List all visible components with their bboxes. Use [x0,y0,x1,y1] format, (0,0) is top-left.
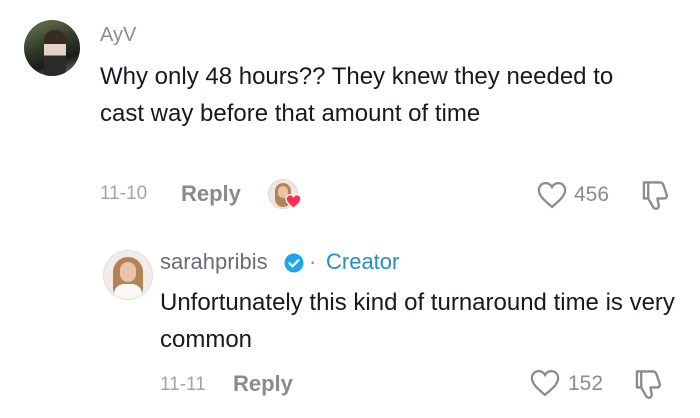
avatar-figure [44,30,66,76]
heart-outline-icon[interactable] [530,369,560,397]
avatar-shirt [114,284,142,299]
verified-check-icon [284,253,304,273]
comment-text: Why only 48 hours?? They knew they neede… [100,63,614,127]
comment-date: 11-10 [100,183,148,204]
creator-badge: Creator [326,249,400,274]
thumbs-down-icon[interactable] [633,369,663,401]
reply-to-reply-button[interactable]: Reply [233,371,293,397]
comment-thread: AyV Why only 48 hours?? They knew they n… [0,0,700,418]
heart-outline-icon[interactable] [537,181,567,209]
comment-like-count: 456 [574,183,610,206]
reply-like-count: 152 [568,372,604,395]
creator-username[interactable]: sarahpribis [160,249,268,275]
creator-avatar[interactable] [103,250,153,300]
thumbs-down-icon[interactable] [640,180,670,212]
commenter-avatar[interactable] [24,20,80,76]
reply-text: Unfortunately this kind of turnaround ti… [160,289,675,353]
commenter-username[interactable]: AyV [100,24,136,47]
separator-dot: · [309,249,317,274]
heart-filled-icon [285,194,302,209]
reply-button[interactable]: Reply [181,181,241,207]
reply-date: 11-11 [160,374,206,395]
avatar-face [120,262,136,282]
